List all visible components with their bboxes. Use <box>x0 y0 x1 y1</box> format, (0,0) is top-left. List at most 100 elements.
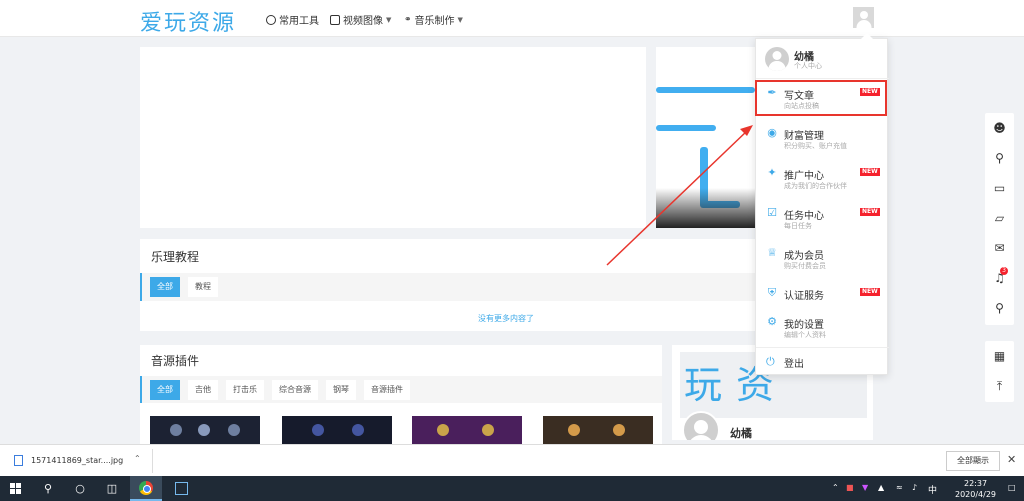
globe-icon <box>266 14 276 25</box>
new-badge: NEW <box>860 168 880 176</box>
menu-item-subtitle: 成为我们的合作伙伴 <box>784 182 847 190</box>
dropdown-user-header[interactable]: 幼橘 个人中心 <box>756 39 889 79</box>
search-icon[interactable]: ⚲ <box>985 293 1014 323</box>
clock-time: 22:37 <box>963 479 988 488</box>
menu-item-subtitle: 积分购买、账户充值 <box>784 142 847 150</box>
shield-icon: ⛨ <box>767 286 777 299</box>
section-title: 乐理教程 <box>151 250 200 264</box>
notification-center-icon[interactable]: □ <box>1008 483 1016 492</box>
menu-item-subtitle: 每日任务 <box>784 222 812 230</box>
task-view-icon[interactable]: ◫ <box>98 476 126 501</box>
taskbar: ⚲ ○ ◫ ⌃ ■ ▼ ▲ ≈ ♪ 中 22:37 2020/4/29 □ <box>0 476 1024 501</box>
dropdown-user-subtitle: 个人中心 <box>794 62 822 70</box>
chevron-up-icon[interactable]: ⌃ <box>134 454 141 463</box>
menu-item-membership[interactable]: ♕ 成为会员 购买付费会员 <box>756 240 889 280</box>
volume-icon[interactable]: ♪ <box>912 483 917 492</box>
plugin-thumbnail[interactable] <box>543 416 653 444</box>
mail-icon[interactable]: ✉ <box>985 233 1014 263</box>
close-icon[interactable]: ✕ <box>1007 453 1016 466</box>
download-bar: 1571411869_star....jpg ⌃ 全部顯示 ✕ <box>0 444 1024 476</box>
site-logo[interactable]: 爱玩资源 <box>140 5 236 37</box>
tray-app-icon[interactable]: ▼ <box>862 483 868 492</box>
filter-percussion[interactable]: 打击乐 <box>226 379 264 400</box>
menu-item-subtitle: 购买付费会员 <box>784 262 826 270</box>
app-icon <box>174 482 188 495</box>
no-more-content: 没有更多内容了 <box>478 314 534 323</box>
headphones-icon: ⚭ <box>404 14 412 25</box>
crown-icon: ♕ <box>767 246 777 259</box>
chevron-up-icon[interactable]: ⌃ <box>832 483 839 492</box>
user-icon[interactable]: ☻ <box>985 113 1014 143</box>
share-icon: ✦ <box>767 166 777 179</box>
gear-icon: ⚙ <box>767 315 777 328</box>
plugin-thumbnail[interactable] <box>412 416 522 444</box>
section-title: 音源插件 <box>151 354 200 368</box>
menu-item-settings[interactable]: ⚙ 我的设置 编辑个人资料 <box>756 309 889 349</box>
site-header: 爱玩资源 常用工具 视频图像 ▼ ⚭ 音乐制作 ▼ <box>0 0 1024 37</box>
new-badge: NEW <box>860 208 880 216</box>
filter-plugins[interactable]: 音源插件 <box>364 379 410 400</box>
qrcode-icon[interactable]: ▦ <box>985 341 1014 371</box>
search-icon[interactable]: ⚲ <box>34 476 62 501</box>
cortana-icon[interactable]: ○ <box>66 476 94 501</box>
header-avatar[interactable] <box>853 7 874 28</box>
money-bag-icon: ◉ <box>767 126 777 139</box>
power-icon: ⏻ <box>766 355 775 368</box>
chevron-down-icon: ▼ <box>386 15 392 24</box>
menu-item-wealth[interactable]: ◉ 财富管理 积分购买、账户充值 <box>756 120 889 160</box>
show-all-button[interactable]: 全部顯示 <box>946 451 1000 471</box>
menu-item-title: 任务中心 <box>784 211 824 222</box>
image-icon <box>330 14 340 25</box>
new-badge: NEW <box>860 288 880 296</box>
nav-item-tools[interactable]: 常用工具 <box>266 12 319 27</box>
back-to-top-icon[interactable]: ⤒ <box>985 371 1014 401</box>
nav-item-video[interactable]: 视频图像 ▼ <box>330 12 391 27</box>
annotation-highlight-box <box>755 80 887 116</box>
menu-item-title: 成为会员 <box>784 251 824 262</box>
filter-piano[interactable]: 钢琴 <box>326 379 356 400</box>
app-taskbar-button[interactable] <box>166 476 196 501</box>
chrome-taskbar-button[interactable] <box>130 476 162 501</box>
filter-guitar[interactable]: 吉他 <box>188 379 218 400</box>
float-toolbar-bottom: ▦ ⤒ <box>985 341 1014 402</box>
clock[interactable]: 22:37 2020/4/29 <box>955 478 996 500</box>
author-name[interactable]: 幼橘 <box>730 425 752 440</box>
filter-all[interactable]: 全部 <box>150 379 180 400</box>
windows-icon <box>9 483 21 494</box>
download-item[interactable]: 1571411869_star....jpg <box>14 455 123 466</box>
float-toolbar: ☻ ⚲ ▭ ▱ ✉ ♫ 3 ⚲ <box>985 113 1014 325</box>
wifi-icon[interactable]: ≈ <box>896 483 903 492</box>
plugin-thumbnail[interactable] <box>282 416 392 444</box>
nav-item-music[interactable]: ⚭ 音乐制作 ▼ <box>404 12 463 28</box>
banner-image[interactable] <box>656 47 755 228</box>
avatar <box>765 47 789 71</box>
menu-item-logout[interactable]: ⏻ 登出 <box>756 347 889 375</box>
menu-item-title: 推广中心 <box>784 171 824 182</box>
notification-badge: 3 <box>1000 267 1008 275</box>
logout-label: 登出 <box>784 359 804 370</box>
chevron-down-icon: ▼ <box>457 15 463 24</box>
nav-item-label: 音乐制作 <box>414 16 455 27</box>
tray-app-icon[interactable]: ▲ <box>878 483 884 492</box>
clock-date: 2020/4/29 <box>955 490 997 499</box>
chrome-icon <box>139 480 153 495</box>
tray-app-icon[interactable]: ■ <box>846 483 854 492</box>
filter-tutorial[interactable]: 教程 <box>188 277 218 297</box>
menu-item-promotion[interactable]: ✦ 推广中心 成为我们的合作伙伴 NEW <box>756 160 889 200</box>
nav-item-label: 常用工具 <box>279 16 319 27</box>
nav-item-label: 视频图像 <box>343 16 383 27</box>
ime-indicator[interactable]: 中 <box>928 483 937 496</box>
ticket-icon[interactable]: ▭ <box>985 173 1014 203</box>
download-file-name: 1571411869_star....jpg <box>31 456 124 465</box>
plugin-thumbnail[interactable] <box>150 416 260 444</box>
file-icon <box>14 455 23 466</box>
checkbox-icon: ☑ <box>767 206 777 219</box>
filter-all[interactable]: 全部 <box>150 277 180 297</box>
filter-general[interactable]: 综合音源 <box>272 379 318 400</box>
gift-icon[interactable]: ▱ <box>985 203 1014 233</box>
menu-item-title: 我的设置 <box>784 320 824 331</box>
menu-item-tasks[interactable]: ☑ 任务中心 每日任务 NEW <box>756 200 889 240</box>
bell-icon[interactable]: ♫ 3 <box>985 263 1014 293</box>
start-button[interactable] <box>0 476 30 501</box>
cart-icon[interactable]: ⚲ <box>985 143 1014 173</box>
